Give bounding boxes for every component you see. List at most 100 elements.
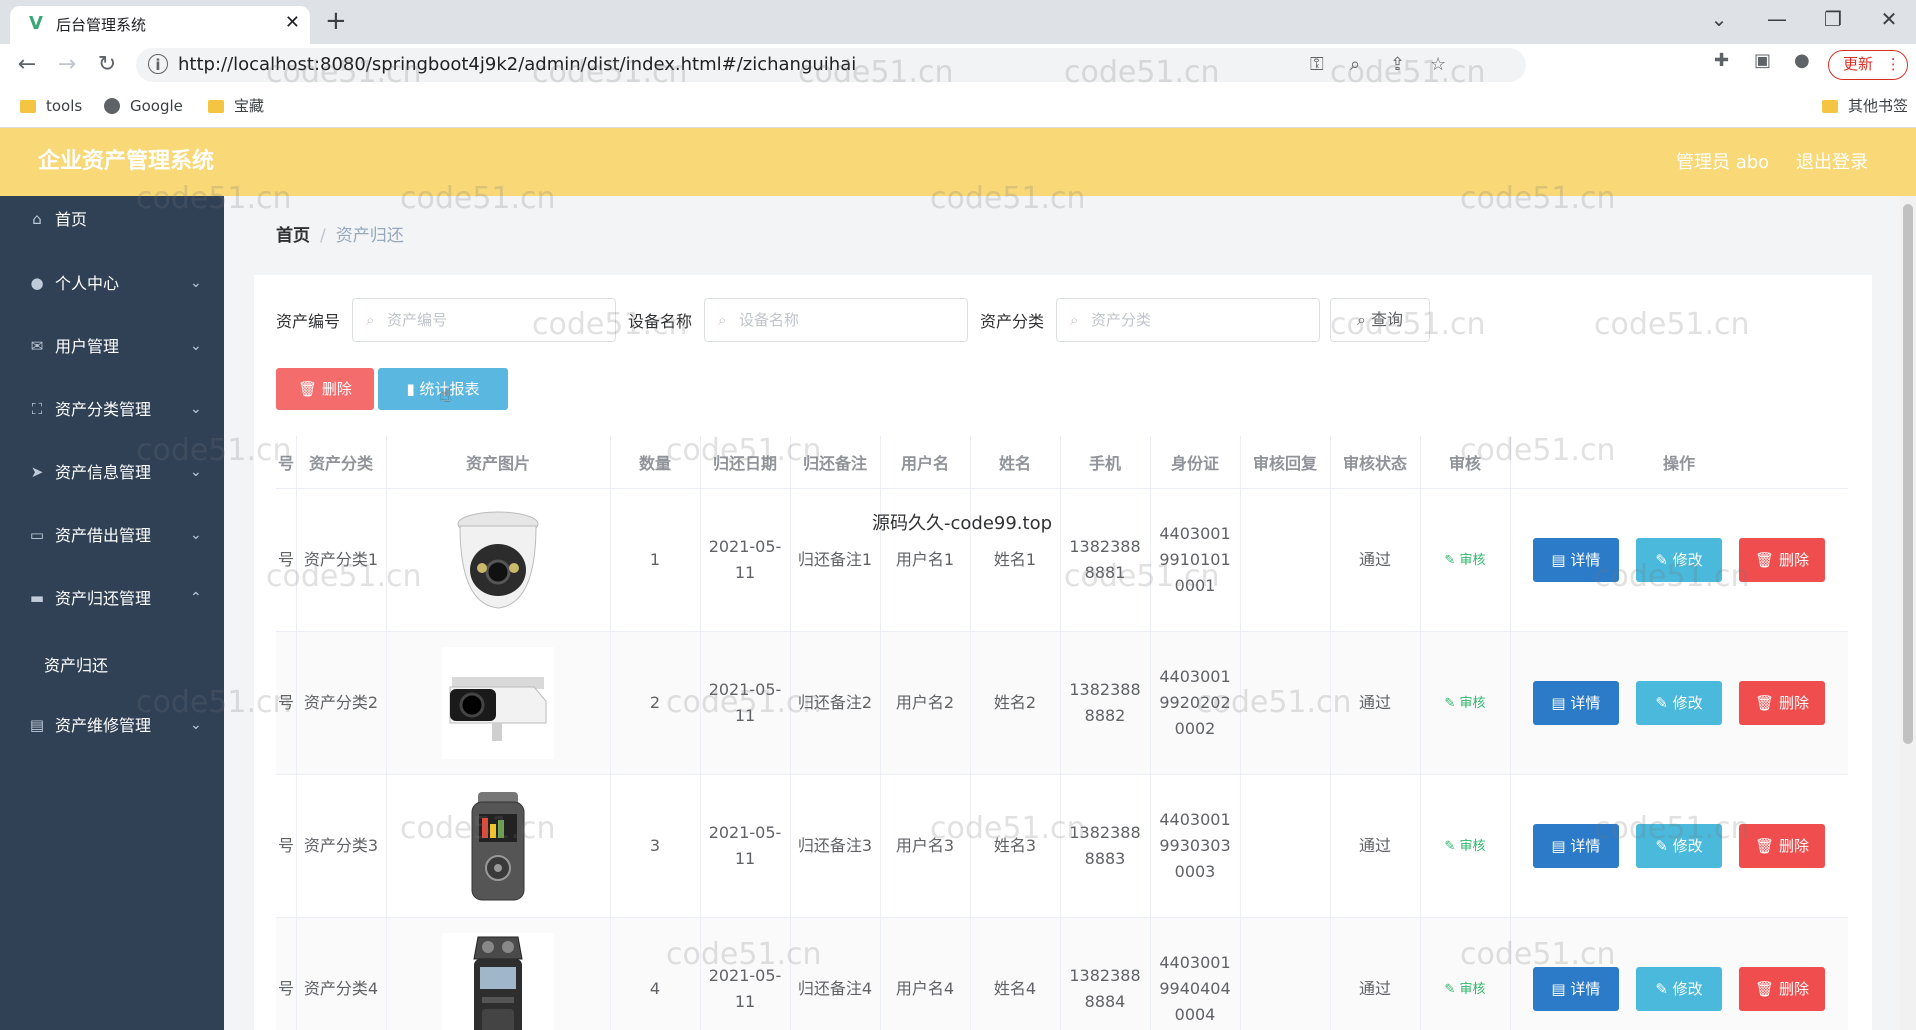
bookmarks-bar: tools Google 宝藏 其他书签 [0,86,1916,128]
address-bar[interactable]: i http://localhost:8080/springboot4j9k2/… [136,48,1526,82]
cell-audit-status: 通过 [1330,631,1421,775]
sidebar-item-asset-lending[interactable]: ▭ 资产借出管理 ⌄ [0,512,224,562]
sidebar-item-user-management[interactable]: ✉ 用户管理 ⌄ [0,323,224,373]
bullet-camera-image[interactable] [442,647,554,759]
cell-operations: ▤ 详情 ✎ 修改 🗑 删除 [1510,774,1848,918]
edit-button[interactable]: ✎ 修改 [1636,681,1722,725]
share-icon[interactable]: ⇪ [1390,54,1405,76]
audio-recorder-image[interactable] [442,790,554,902]
search-input-asset-category[interactable] [1056,298,1320,342]
url-text[interactable]: http://localhost:8080/springboot4j9k2/ad… [178,54,856,76]
cell-image [386,631,611,775]
bookmark-other[interactable]: 其他书签 [1822,96,1908,116]
edit-button[interactable]: ✎ 修改 [1636,538,1722,582]
column-header: 审核回复 [1240,436,1331,489]
audit-link[interactable]: ✎ 审核 [1444,696,1485,711]
document-icon: ▤ [1551,980,1566,998]
delete-button[interactable]: 🗑 删除 [1739,967,1826,1011]
edit-label: 修改 [1672,837,1703,855]
column-header: 资产分类 [296,436,387,489]
tab-list-icon[interactable]: ⌄ [1704,6,1734,32]
column-header: 归还备注 [790,436,881,489]
sidebar-item-personal-center[interactable]: ● 个人中心 ⌄ [0,260,224,310]
extensions-icon[interactable]: ✚ [1714,50,1729,72]
update-label: 更新 [1843,55,1874,73]
window-close-icon[interactable]: ✕ [1874,6,1904,32]
search-icon: ⌕ [1356,310,1366,329]
edit-icon: ✎ [1444,553,1456,568]
cell-id-card: 440300199404040004 [1150,917,1241,1030]
search-input-asset-code[interactable] [352,298,616,342]
bookmark-star-icon[interactable]: ☆ [1430,54,1446,76]
cell-quantity: 2 [610,631,701,775]
back-icon[interactable]: ← [12,52,42,78]
audit-label: 审核 [1459,553,1486,568]
key-icon[interactable]: ⚿ [1310,54,1324,76]
audit-link[interactable]: ✎ 审核 [1444,839,1485,854]
minimize-icon[interactable]: — [1762,6,1792,32]
chevron-down-icon: ⌄ [190,401,202,417]
page-scrollbar[interactable] [1900,196,1916,1030]
delete-button[interactable]: 🗑 删除 [1739,681,1826,725]
cell-image [386,917,611,1030]
cell-phone: 13823888882 [1060,631,1151,775]
sidebar-item-home[interactable]: ⌂ 首页 [0,196,224,246]
tab-title: 后台管理系统 [56,16,147,34]
bookmark-google[interactable]: Google [104,96,183,116]
query-button[interactable]: ⌕ 查询 [1330,298,1430,342]
reload-icon[interactable]: ↻ [92,52,122,78]
search-icon: ⌕ [718,311,727,329]
detail-button[interactable]: ▤ 详情 [1532,967,1619,1011]
close-tab-icon[interactable]: ✕ [285,12,300,34]
cell-operations: ▤ 详情 ✎ 修改 🗑 删除 [1510,488,1848,632]
site-info-icon[interactable]: i [148,54,168,74]
sidebar-item-asset-category[interactable]: ⛶ 资产分类管理 ⌄ [0,386,224,436]
dome-camera-image[interactable] [442,504,554,616]
table-row: 号 资产分类4 4 2021-05-11 归还备注4 用户名4 姓名4 1382… [276,917,1848,1030]
sidebar-item-asset-return[interactable]: ▬ 资产归还管理 ⌃ [0,575,224,625]
sidebar-item-asset-info[interactable]: ➤ 资产信息管理 ⌄ [0,449,224,499]
browser-tab[interactable]: V 后台管理系统 ✕ [10,6,310,44]
batch-delete-button[interactable]: 🗑 删除 [276,368,374,410]
search-label-asset-category: 资产分类 [980,312,1045,331]
delete-button[interactable]: 🗑 删除 [1739,538,1826,582]
sidepanel-icon[interactable]: ▣ [1754,50,1771,72]
breadcrumb-home[interactable]: 首页 [276,226,310,246]
cell-return-note: 归还备注1 [790,488,881,632]
detail-button[interactable]: ▤ 详情 [1532,538,1619,582]
restore-icon[interactable]: ❐ [1818,6,1848,32]
edit-label: 修改 [1672,980,1703,998]
cell-image [386,774,611,918]
profile-icon[interactable]: ● [1794,50,1810,72]
folder-icon [1822,100,1838,113]
detail-button[interactable]: ▤ 详情 [1532,681,1619,725]
audit-link[interactable]: ✎ 审核 [1444,982,1485,997]
sidebar-item-asset-repair[interactable]: ▤ 资产维修管理 ⌄ [0,702,224,752]
sidebar-item-label: 资产维修管理 [55,716,152,735]
handheld-recorder-image[interactable] [442,933,554,1030]
chat-icon: ▭ [29,526,45,544]
zoom-icon[interactable]: ⌕ [1350,54,1360,76]
cell-return-date: 2021-05-11 [700,631,791,775]
column-header: 审核 [1420,436,1511,489]
detail-button[interactable]: ▤ 详情 [1532,824,1619,868]
overlay-text: 源码久久-code99.top [872,513,1053,534]
audit-link[interactable]: ✎ 审核 [1444,553,1485,568]
search-icon: ⌕ [366,311,375,329]
new-tab-icon[interactable]: + [325,7,347,35]
scrollbar-thumb[interactable] [1903,204,1913,744]
cell-audit-reply [1240,488,1331,632]
bookmark-tools[interactable]: tools [20,96,82,116]
edit-button[interactable]: ✎ 修改 [1636,967,1722,1011]
table-row: 号 资产分类2 2 2021-05-11 归还备注2 用户名2 姓名2 1382… [276,631,1848,775]
app-header: 企业资产管理系统 管理员 abo 退出登录 [0,128,1916,196]
search-input-device-name[interactable] [704,298,968,342]
forward-icon[interactable]: → [52,52,82,78]
edit-button[interactable]: ✎ 修改 [1636,824,1722,868]
user-icon: ● [30,274,44,292]
sidebar-subitem-asset-return[interactable]: 资产归还 [44,654,108,678]
delete-button[interactable]: 🗑 删除 [1739,824,1826,868]
bookmark-treasure[interactable]: 宝藏 [208,96,264,116]
update-button[interactable]: 更新 ⋮ [1828,50,1908,80]
logout-link[interactable]: 退出登录 [1796,152,1868,174]
